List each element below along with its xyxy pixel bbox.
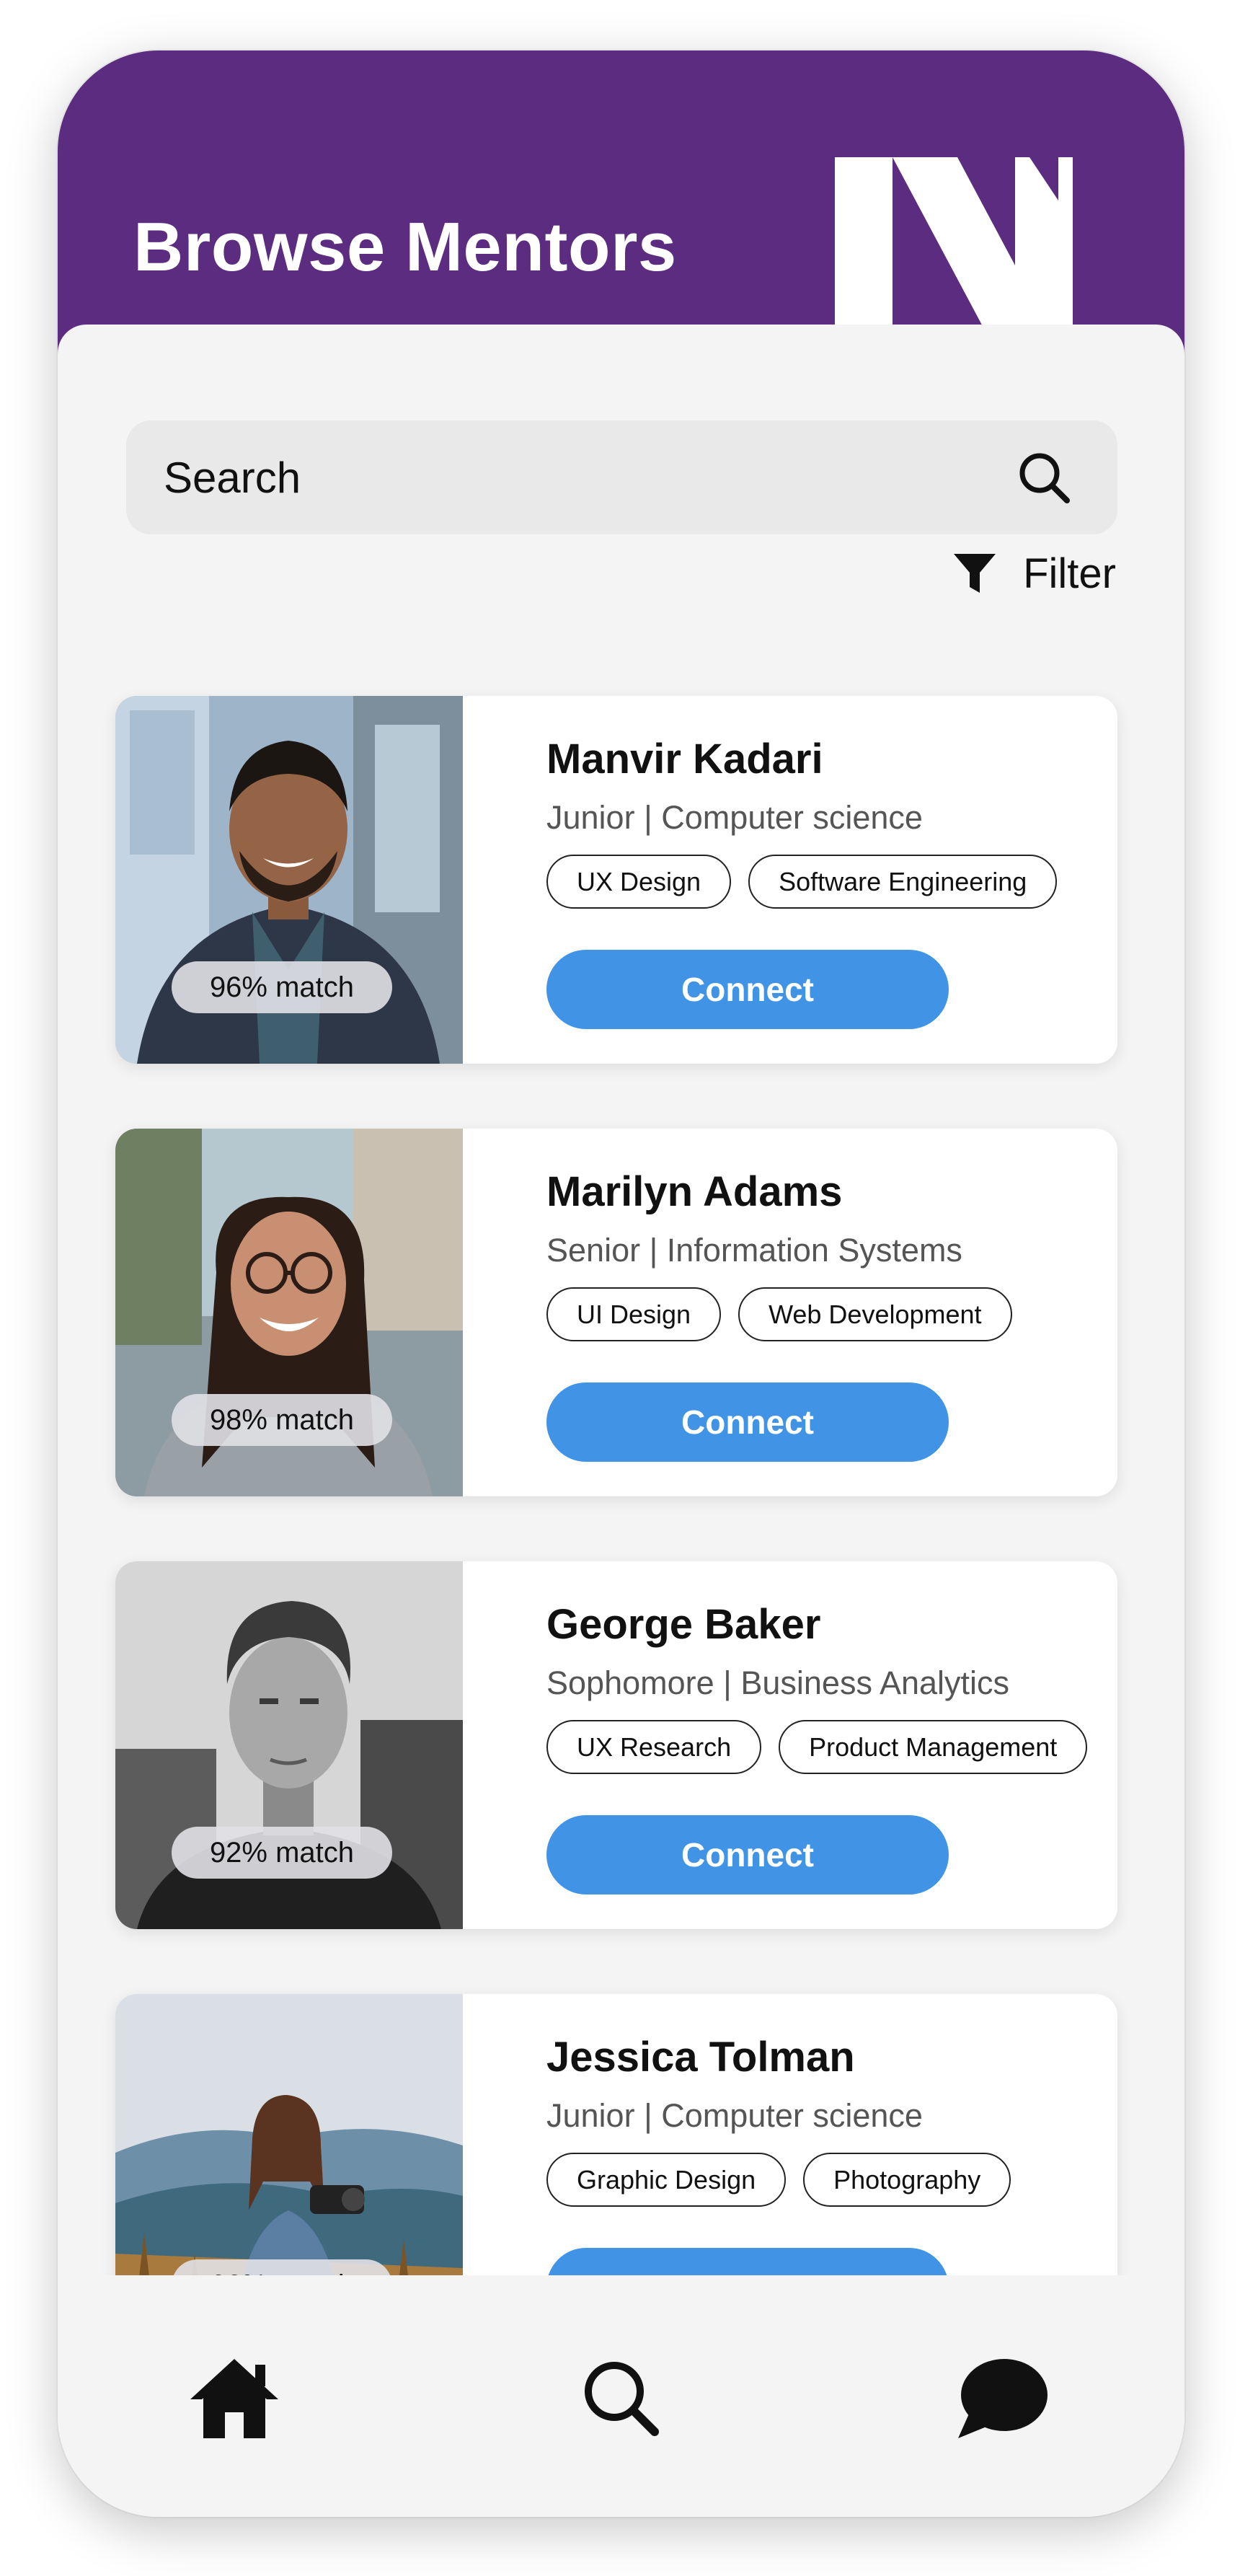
mentor-subtitle: Sophomore | Business Analytics	[546, 1664, 1010, 1701]
skill-tag[interactable]: Graphic Design	[546, 2153, 787, 2207]
mentor-photo: 96% match	[115, 696, 463, 1064]
skill-tag[interactable]: Web Development	[738, 1287, 1012, 1341]
mentor-name: Jessica Tolman	[546, 2034, 855, 2081]
connect-button[interactable]: Connect	[546, 1815, 949, 1894]
mentor-name: George Baker	[546, 1601, 821, 1648]
skill-tag[interactable]: UI Design	[546, 1287, 722, 1341]
mentor-subtitle: Junior | Computer science	[546, 2097, 923, 2134]
chat-icon	[958, 2359, 1048, 2438]
nav-home[interactable]	[184, 2347, 285, 2448]
match-badge: 98% match	[172, 1394, 392, 1446]
main-content: Search Filter 96% match Manvir Kadari Ju…	[58, 325, 1184, 2517]
mentor-info: Manvir Kadari Junior | Computer science …	[546, 696, 1117, 1064]
mentor-card[interactable]: 98% match Marilyn Adams Senior | Informa…	[115, 1129, 1117, 1496]
mentor-major: Business Analytics	[740, 1664, 1010, 1701]
app-header: Browse Mentors	[58, 50, 1184, 374]
skill-tag[interactable]: UX Design	[546, 855, 732, 909]
search-placeholder: Search	[164, 453, 301, 502]
mentor-year: Junior	[546, 2097, 635, 2134]
mentor-card[interactable]: 92% match George Baker Sophomore | Busin…	[115, 1561, 1117, 1929]
skill-tag[interactable]: Software Engineering	[748, 855, 1058, 909]
connect-button[interactable]: Connect	[546, 950, 949, 1029]
mentor-name: Manvir Kadari	[546, 736, 823, 782]
mentor-info: George Baker Sophomore | Business Analyt…	[546, 1561, 1117, 1929]
tag-list: Graphic Design Photography	[546, 2153, 1011, 2207]
page-title: Browse Mentors	[133, 208, 677, 286]
bottom-nav	[58, 2275, 1184, 2517]
tag-list: UX Design Software Engineering	[546, 855, 1058, 909]
mentor-year: Senior	[546, 1232, 641, 1269]
filter-label: Filter	[1023, 550, 1116, 597]
mentor-major: Information Systems	[666, 1232, 962, 1269]
filter-button[interactable]: Filter	[952, 544, 1116, 602]
mentor-photo: 92% match	[115, 1561, 463, 1929]
nav-search[interactable]	[570, 2347, 671, 2448]
mentor-name: Marilyn Adams	[546, 1168, 843, 1215]
mentor-card[interactable]: 96% match Manvir Kadari Junior | Compute…	[115, 696, 1117, 1064]
mentor-year: Junior	[546, 799, 635, 836]
mentor-photo: 98% match	[115, 1129, 463, 1496]
skill-tag[interactable]: UX Research	[546, 1720, 762, 1774]
tag-list: UI Design Web Development	[546, 1287, 1012, 1341]
nav-messages[interactable]	[952, 2347, 1053, 2448]
search-input[interactable]: Search	[126, 420, 1117, 534]
mentor-subtitle: Senior | Information Systems	[546, 1232, 962, 1269]
match-badge: 92% match	[172, 1827, 392, 1879]
search-icon	[585, 2362, 659, 2436]
home-icon	[190, 2359, 278, 2438]
mentor-major: Computer science	[661, 799, 923, 836]
phone-frame: Browse Mentors Search Filter 96% match M…	[58, 50, 1184, 2517]
mentor-subtitle: Junior | Computer science	[546, 799, 923, 836]
mentor-year: Sophomore	[546, 1664, 714, 1701]
skill-tag[interactable]: Photography	[803, 2153, 1011, 2207]
match-badge: 96% match	[172, 961, 392, 1013]
mentor-major: Computer science	[661, 2097, 923, 2134]
search-icon[interactable]	[1015, 449, 1073, 506]
skill-tag[interactable]: Product Management	[779, 1720, 1088, 1774]
connect-button[interactable]: Connect	[546, 1382, 949, 1462]
mentor-info: Marilyn Adams Senior | Information Syste…	[546, 1129, 1117, 1496]
funnel-icon	[954, 554, 996, 593]
tag-list: UX Research Product Management	[546, 1720, 1088, 1774]
